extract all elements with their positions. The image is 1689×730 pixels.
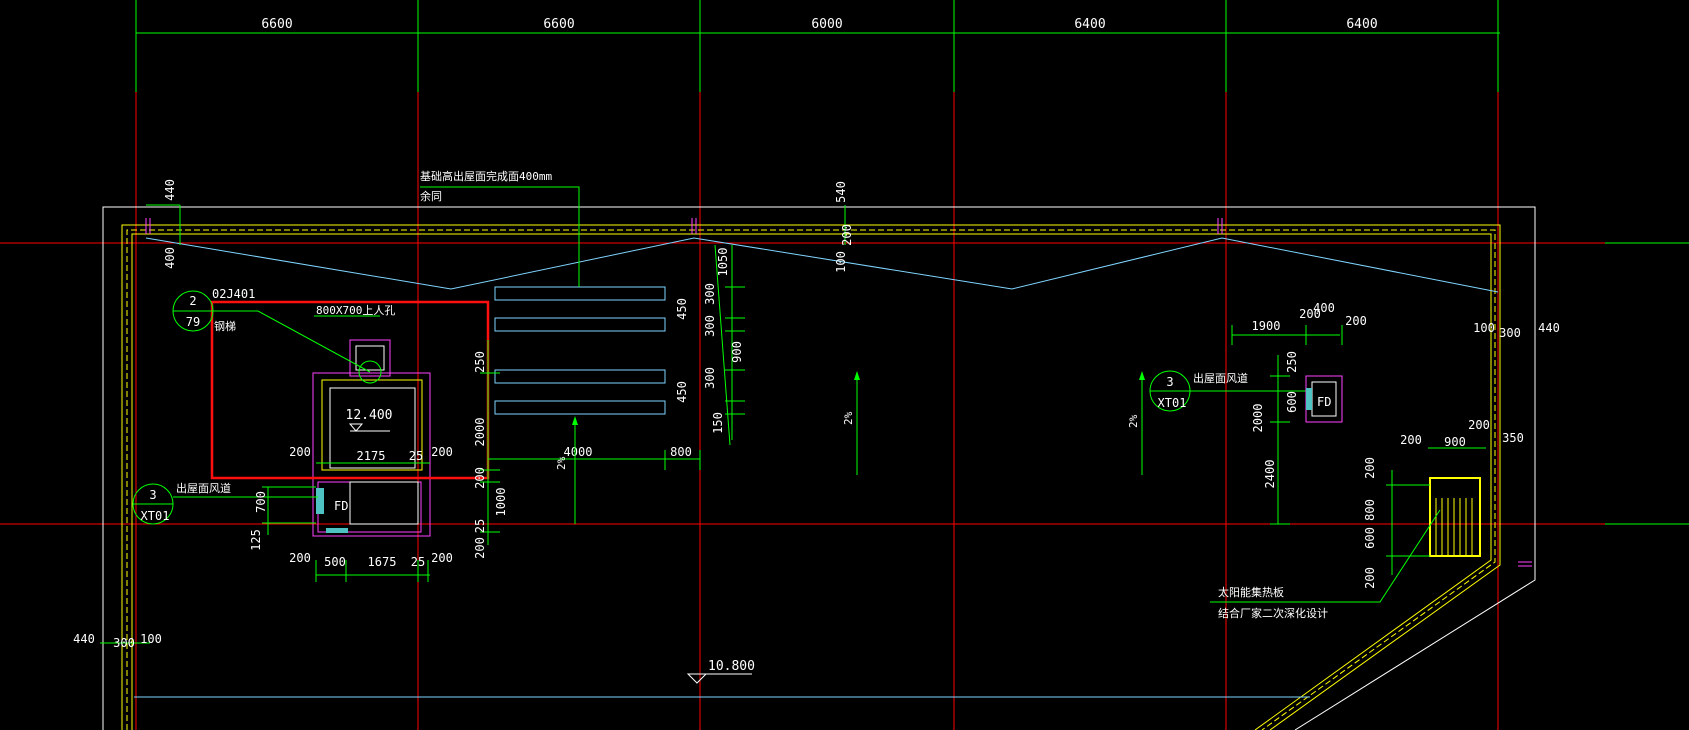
dim-25-b: 25	[409, 449, 423, 463]
dim-200-a: 200	[840, 224, 854, 246]
dim-200-m: 200	[1363, 567, 1377, 589]
dim-200-j: 200	[1400, 433, 1422, 447]
xt-num-left: 3	[149, 488, 156, 502]
dim-200-l: 200	[1363, 457, 1377, 479]
roof-elevation-mark	[686, 673, 752, 684]
dim-250-b: 250	[1285, 351, 1299, 373]
dim-200-f: 200	[289, 551, 311, 565]
dim-440-b: 440	[73, 632, 95, 646]
dim-800-b: 800	[1363, 499, 1377, 521]
dim-2000-a: 2000	[473, 418, 487, 447]
dim-440-c: 440	[1538, 321, 1560, 335]
equipment-foundations	[420, 186, 666, 415]
dim-1000: 1000	[494, 488, 508, 517]
dim-450-a: 450	[675, 298, 689, 320]
top-dim-4: 6400	[1074, 17, 1105, 32]
xt-code-right: XT01	[1158, 396, 1187, 410]
dim-300-b: 300	[703, 315, 717, 337]
slope-2: 2%	[842, 411, 855, 425]
stair-elevation: 12.400	[346, 408, 393, 423]
dim-400-b: 400	[1313, 301, 1335, 315]
ref-num: 2	[189, 294, 196, 308]
dim-200-d: 200	[289, 445, 311, 459]
duct-right	[1149, 325, 1343, 525]
dim-150: 150	[711, 412, 725, 434]
ladder-label: 钢梯	[214, 320, 236, 333]
dim-25-a: 25	[473, 519, 487, 533]
hatch-label: 800X700上人孔	[316, 304, 395, 317]
dim-200-g: 200	[431, 551, 453, 565]
dim-100-a: 100	[834, 251, 848, 273]
top-dim-3: 6000	[811, 17, 842, 32]
xt-code-left: XT01	[141, 509, 170, 523]
dim-900-a: 900	[730, 341, 744, 363]
dim-200-i: 200	[1345, 314, 1367, 328]
foundation-note-2: 余同	[420, 189, 442, 203]
foundation-note-1: 基础高出屋面完成面400mm	[420, 169, 552, 183]
top-dim-1: 6600	[261, 17, 292, 32]
dim-2400: 2400	[1263, 460, 1277, 489]
xt-num-right: 3	[1166, 375, 1173, 389]
dim-800-a: 800	[670, 445, 692, 459]
roof-elevation: 10.800	[708, 659, 755, 674]
dim-540: 540	[834, 181, 848, 203]
stair-core	[312, 339, 431, 537]
solar-label-1: 太阳能集热板	[1218, 585, 1284, 599]
dim-700: 700	[254, 491, 268, 513]
ref-std: 02J401	[212, 287, 255, 301]
dim-1675: 1675	[368, 555, 397, 569]
dim-300-d: 300	[113, 636, 135, 650]
top-dim-5: 6400	[1346, 17, 1377, 32]
roof-outline	[102, 206, 1536, 730]
dim-200-c: 200	[473, 537, 487, 559]
ref-page: 79	[186, 315, 200, 329]
slope-1: 2%	[555, 456, 568, 470]
dim-200-b: 200	[473, 467, 487, 489]
fd-label-right: FD	[1317, 395, 1331, 409]
dim-250-a: 250	[473, 351, 487, 373]
dim-900-b: 900	[1444, 435, 1466, 449]
dim-2000-b: 2000	[1251, 404, 1265, 433]
dim-1900: 1900	[1252, 319, 1281, 333]
dim-25-c: 25	[411, 555, 425, 569]
dim-300-e: 300	[1499, 326, 1521, 340]
fd-label-left: FD	[334, 499, 348, 513]
dim-125: 125	[249, 529, 263, 551]
cad-drawing-canvas[interactable]: 6600 6600 6000 6400 6400 基础高出屋面完成面400mm …	[0, 0, 1689, 730]
solar-panel	[1210, 447, 1486, 603]
dim-100-c: 100	[1473, 321, 1495, 335]
dim-100-b: 100	[140, 632, 162, 646]
top-dimension-chain: 6600 6600 6000 6400 6400	[135, 0, 1500, 92]
dim-200-e: 200	[431, 445, 453, 459]
dim-400-a: 400	[163, 247, 177, 269]
slope-3: 2%	[1127, 414, 1140, 428]
dim-440-a: 440	[163, 179, 177, 201]
dim-300-a: 300	[703, 283, 717, 305]
dim-300-c: 300	[703, 367, 717, 389]
duct-label-right: 出屋面风道	[1193, 371, 1248, 385]
solar-label-2: 结合厂家二次深化设计	[1218, 606, 1328, 620]
dim-450-b: 450	[675, 381, 689, 403]
dim-350: 350	[1502, 431, 1524, 445]
dim-2175: 2175	[357, 449, 386, 463]
dim-200-k: 200	[1468, 418, 1490, 432]
dim-600: 600	[1285, 391, 1299, 413]
top-dim-2: 6600	[543, 17, 574, 32]
duct-label-left: 出屋面风道	[176, 481, 231, 495]
dim-1050: 1050	[716, 248, 730, 277]
dim-600-b: 600	[1363, 527, 1377, 549]
dim-500: 500	[324, 555, 346, 569]
